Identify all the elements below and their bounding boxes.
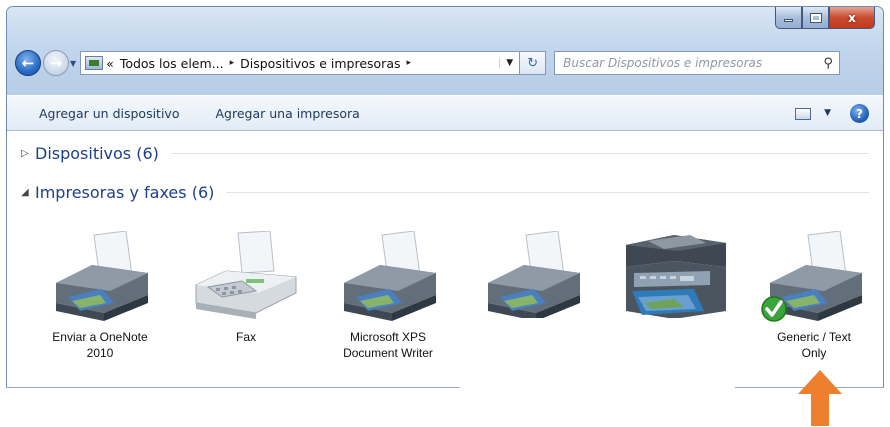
breadcrumb-item-all-elements[interactable]: Todos los elem... — [120, 56, 224, 71]
default-printer-icon — [761, 231, 862, 322]
search-input[interactable] — [563, 56, 818, 70]
redacted-area — [460, 318, 735, 388]
forward-arrow-icon: → — [49, 54, 63, 72]
search-icon[interactable]: ⚲ — [817, 56, 839, 71]
group-header-printers[interactable]: ◢ Impresoras y faxes (6) — [21, 183, 869, 202]
forward-button[interactable]: → — [43, 50, 69, 76]
arrow-up-icon — [798, 370, 842, 426]
multifunction-printer-icon — [626, 235, 726, 319]
search-box: ⚲ — [554, 51, 841, 75]
devices-content-pane: ▷ Dispositivos (6) ◢ Impresoras y faxes … — [13, 131, 879, 388]
printer-item-xps[interactable]: Microsoft XPS Document Writer — [323, 231, 453, 361]
group-divider — [170, 153, 869, 154]
explorer-window: x ← → ▼ « Todos los elem... ▸ Dispositiv… — [6, 6, 884, 388]
control-panel-icon — [85, 56, 104, 70]
printer-label: Fax — [235, 330, 256, 344]
address-bar[interactable]: « Todos los elem... ▸ Dispositivos e imp… — [80, 51, 521, 75]
printer-label: Generic / Text Only — [777, 330, 851, 360]
maximize-button[interactable] — [802, 7, 829, 29]
add-device-button[interactable]: Agregar un dispositivo — [39, 106, 179, 121]
window-frame: x ← → ▼ « Todos los elem... ▸ Dispositiv… — [7, 7, 883, 95]
command-bar: Agregar un dispositivo Agregar una impre… — [7, 95, 883, 131]
view-options-dropdown[interactable]: ▼ — [824, 108, 831, 118]
printer-icon — [488, 231, 580, 321]
change-view-icon[interactable] — [795, 108, 811, 120]
close-icon: x — [848, 10, 856, 25]
group-divider — [226, 192, 869, 193]
group-header-devices[interactable]: ▷ Dispositivos (6) — [21, 144, 869, 163]
help-icon[interactable]: ? — [850, 104, 869, 123]
default-check-icon — [761, 296, 787, 322]
maximize-icon — [809, 12, 822, 23]
collapse-arrow-icon[interactable]: ◢ — [21, 187, 35, 198]
back-button[interactable]: ← — [15, 50, 41, 76]
breadcrumb-overflow[interactable]: « — [106, 56, 114, 71]
caption-buttons: x — [775, 7, 875, 29]
printer-label: Enviar a OneNote 2010 — [52, 330, 148, 360]
fax-icon — [195, 231, 297, 319]
printer-icon — [56, 231, 148, 321]
group-title-printers: Impresoras y faxes (6) — [35, 183, 215, 202]
minimize-button[interactable] — [775, 7, 802, 29]
refresh-button[interactable]: ↻ — [520, 51, 547, 75]
group-title-devices: Dispositivos (6) — [35, 144, 159, 163]
chevron-down-icon: ▼ — [70, 58, 77, 68]
recent-pages-dropdown[interactable]: ▼ — [70, 59, 76, 68]
printer-item-fax[interactable]: Fax — [181, 231, 311, 345]
printer-item-generic-text[interactable]: Generic / Text Only — [749, 231, 879, 361]
address-dropdown-button[interactable]: ▼ — [499, 58, 519, 68]
expand-arrow-icon[interactable]: ▷ — [21, 148, 35, 159]
window-bottom-edge — [6, 387, 884, 388]
chevron-down-icon: ▼ — [506, 58, 514, 68]
refresh-icon: ↻ — [527, 55, 539, 71]
minimize-icon — [784, 19, 793, 22]
breadcrumb-item-devices-printers[interactable]: Dispositivos e impresoras — [240, 56, 400, 71]
printer-label: Microsoft XPS Document Writer — [343, 330, 433, 360]
breadcrumb-separator[interactable]: ▸ — [230, 58, 235, 68]
breadcrumb-separator[interactable]: ▸ — [407, 58, 412, 68]
close-button[interactable]: x — [829, 7, 875, 29]
back-arrow-icon: ← — [21, 54, 35, 72]
printer-icon — [344, 231, 436, 321]
printer-item-onenote[interactable]: Enviar a OneNote 2010 — [35, 231, 165, 361]
navigation-row: ← → ▼ « Todos los elem... ▸ Dispositivos… — [15, 49, 881, 77]
add-printer-button[interactable]: Agregar una impresora — [215, 106, 359, 121]
